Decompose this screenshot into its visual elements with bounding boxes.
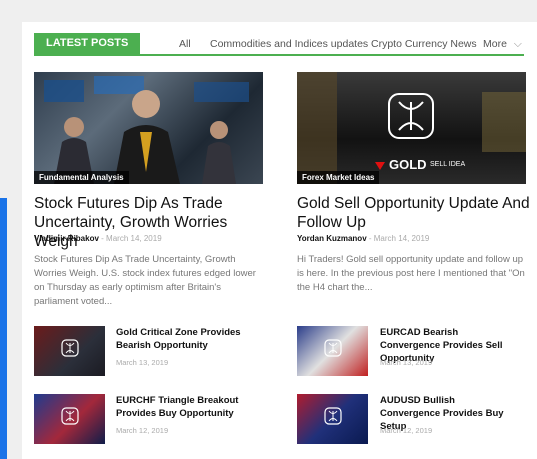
author-name[interactable]: Yordan Kuzmanov: [297, 234, 367, 243]
tab-bar: LATEST POSTS All Commodities and Indices…: [34, 33, 524, 56]
small-thumb-4[interactable]: [297, 394, 368, 444]
author-name[interactable]: Vladimir Ribakov: [34, 234, 99, 243]
category-label[interactable]: Fundamental Analysis: [34, 171, 129, 184]
featured-excerpt-2: Hi Traders! Gold sell opportunity update…: [297, 254, 525, 293]
sell-idea-text: SELL IDEA: [430, 161, 466, 168]
featured-title-2[interactable]: Gold Sell Opportunity Update And Follow …: [297, 194, 537, 232]
small-thumb-1[interactable]: [34, 326, 105, 376]
academy-logo-icon: [324, 407, 342, 425]
small-thumb-2[interactable]: [297, 326, 368, 376]
tab-all[interactable]: All: [179, 38, 191, 50]
academy-logo-icon: [61, 339, 79, 357]
trading-floor-photo: [44, 76, 249, 184]
post-meta-1: Vladimir Ribakov - March 14, 2019: [34, 234, 162, 243]
post-date: March 14, 2019: [373, 234, 430, 243]
category-label[interactable]: Forex Market Ideas: [297, 171, 380, 184]
small-post-date-2: March 13, 2019: [380, 358, 433, 367]
post-date: March 14, 2019: [106, 234, 162, 243]
left-accent-bar: [0, 198, 7, 459]
featured-excerpt-1: Stock Futures Dip As Trade Uncertainty, …: [34, 254, 256, 307]
tab-crypto[interactable]: Crypto Currency News: [371, 38, 477, 50]
latest-posts-tab[interactable]: LATEST POSTS: [34, 33, 141, 54]
tab-more[interactable]: More ⌵: [483, 38, 522, 51]
small-post-date-3: March 12, 2019: [116, 426, 169, 435]
tab-commodities[interactable]: Commodities and Indices updates: [210, 38, 368, 50]
academy-logo-icon: [324, 339, 342, 357]
post-meta-2: Yordan Kuzmanov - March 14, 2019: [297, 234, 430, 243]
small-post-title-3[interactable]: EURCHF Triangle Breakout Provides Buy Op…: [116, 394, 251, 420]
gold-text: GOLD: [389, 157, 427, 172]
small-post-title-1[interactable]: Gold Critical Zone Provides Bearish Oppo…: [116, 326, 251, 352]
chevron-down-icon: ⌵: [513, 38, 522, 50]
featured-image-1[interactable]: Fundamental Analysis: [34, 72, 263, 184]
latest-posts-widget: LATEST POSTS All Commodities and Indices…: [22, 22, 537, 459]
small-thumb-3[interactable]: [34, 394, 105, 444]
small-post-date-4: March 12, 2019: [380, 426, 433, 435]
more-label: More: [483, 38, 507, 50]
academy-logo-icon: [61, 407, 79, 425]
small-post-date-1: March 13, 2019: [116, 358, 169, 367]
featured-image-2[interactable]: GOLD SELL IDEA Forex Market Ideas: [297, 72, 526, 184]
